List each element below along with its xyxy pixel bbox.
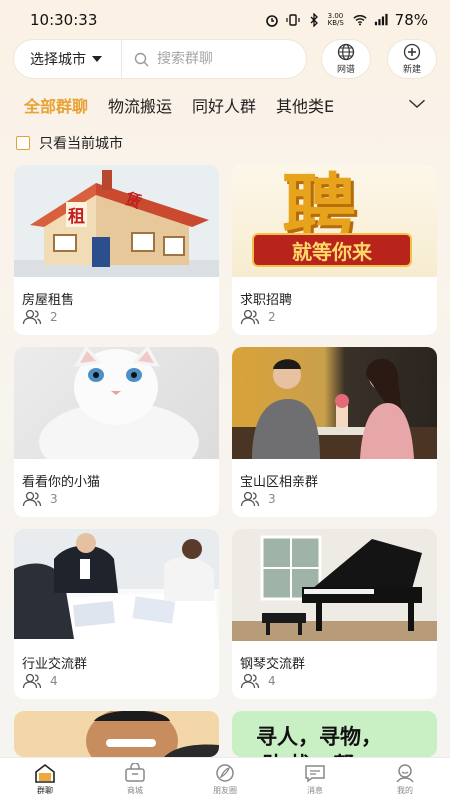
- status-bar: 10:30:33 3.00 KB/S 78%: [0, 0, 450, 40]
- member-count: 2: [50, 310, 58, 324]
- nav-item-me[interactable]: 我的: [375, 763, 435, 796]
- web-button[interactable]: 网谱: [322, 40, 370, 78]
- nav-item-groups[interactable]: 群聊: [15, 763, 75, 796]
- nav-item-moments[interactable]: 朋友圈: [195, 763, 255, 796]
- group-card[interactable]: 聘 就等你来 求职招聘 2: [232, 165, 437, 335]
- group-card[interactable]: 租 赁 房屋租售 2: [14, 165, 219, 335]
- nav-label: 消息: [307, 785, 323, 795]
- expand-tabs-icon[interactable]: [408, 95, 426, 113]
- group-card-image: [14, 347, 219, 459]
- lost-found-text: 助 找 帮: [262, 749, 354, 757]
- group-card-image: [232, 347, 437, 459]
- group-card-image: [14, 711, 219, 757]
- battery-level: 78%: [394, 11, 428, 29]
- group-card-title: 钢琴交流群: [240, 657, 306, 672]
- search-input[interactable]: [157, 51, 297, 67]
- members-icon: [240, 491, 260, 507]
- chevron-down-icon: [92, 56, 102, 62]
- group-card[interactable]: 钢琴交流群 4: [232, 529, 437, 699]
- current-city-filter[interactable]: 只看当前城市: [16, 133, 123, 153]
- status-icons: 3.00 KB/S 78%: [265, 11, 428, 29]
- city-selector[interactable]: 选择城市: [14, 40, 122, 78]
- top-bar: 选择城市 网谱 新建: [14, 40, 436, 78]
- member-count: 4: [268, 674, 276, 688]
- group-card-image: [232, 529, 437, 641]
- members-icon: [22, 309, 42, 325]
- member-count: 4: [50, 674, 58, 688]
- group-card-title: 宝山区相亲群: [240, 475, 319, 490]
- jobs-banner-text: 就等你来: [292, 239, 372, 264]
- members-icon: [22, 673, 42, 689]
- user-icon: [396, 763, 414, 782]
- nav-item-messages[interactable]: 消息: [285, 763, 345, 796]
- tab-logistics[interactable]: 物流搬运: [108, 93, 172, 117]
- rental-image-text: 租: [66, 202, 87, 227]
- tab-interests[interactable]: 同好人群: [192, 93, 256, 117]
- alarm-icon: [265, 15, 278, 27]
- network-speed: 3.00 KB/S: [327, 12, 344, 27]
- new-button[interactable]: 新建: [388, 40, 436, 78]
- jobs-banner: 就等你来: [252, 233, 412, 267]
- member-count: 3: [50, 492, 58, 506]
- group-card-members: 3: [22, 491, 58, 507]
- group-card-members: 4: [22, 673, 58, 689]
- nav-label: 朋友圈: [213, 785, 237, 795]
- search-box: 选择城市: [14, 40, 306, 78]
- search-field[interactable]: [122, 51, 306, 67]
- bottom-nav: 群聊 商城 朋友圈 消息 我的: [0, 757, 450, 800]
- tab-other[interactable]: 其他类E: [276, 93, 334, 117]
- group-card-members: 2: [240, 309, 276, 325]
- group-card-title: 求职招聘: [240, 293, 293, 308]
- new-button-label: 新建: [402, 65, 421, 75]
- group-card[interactable]: [14, 711, 219, 757]
- chat-icon: [305, 764, 325, 782]
- group-card[interactable]: 看看你的小猫 3: [14, 347, 219, 517]
- web-button-label: 网谱: [336, 65, 355, 75]
- group-card[interactable]: 行业交流群 4: [14, 529, 219, 699]
- current-city-checkbox[interactable]: [16, 136, 30, 150]
- lost-found-text: 寻人，寻物，: [256, 725, 382, 749]
- signal-icon: [374, 13, 388, 26]
- members-icon: [22, 491, 42, 507]
- group-card-members: 2: [22, 309, 58, 325]
- bag-icon: [125, 762, 145, 782]
- group-card-title: 看看你的小猫: [22, 475, 101, 490]
- feather-icon: [216, 763, 234, 782]
- category-tabs: 全部群聊 物流搬运 同好人群 其他类E: [0, 86, 450, 124]
- status-time: 10:30:33: [30, 11, 98, 29]
- members-icon: [240, 309, 260, 325]
- bluetooth-icon: [310, 13, 318, 27]
- vibrate-icon: [286, 14, 300, 26]
- globe-icon: [337, 43, 355, 61]
- search-icon: [134, 52, 149, 66]
- group-card[interactable]: 寻人，寻物， 助 找 帮: [232, 711, 437, 757]
- nav-label: 商城: [127, 785, 143, 795]
- city-selector-label: 选择城市: [30, 52, 86, 68]
- home-icon: [35, 763, 55, 783]
- current-city-filter-label: 只看当前城市: [39, 136, 123, 152]
- group-card-image: 寻人，寻物， 助 找 帮: [232, 711, 437, 757]
- nav-item-mall[interactable]: 商城: [105, 762, 165, 796]
- group-card-image: [14, 529, 219, 641]
- group-card-image: 租 赁: [14, 165, 219, 277]
- group-card-title: 房屋租售: [22, 293, 75, 308]
- group-card-title: 行业交流群: [22, 657, 88, 672]
- member-count: 2: [268, 310, 276, 324]
- members-icon: [240, 673, 260, 689]
- group-card-members: 3: [240, 491, 276, 507]
- wifi-icon: [353, 15, 367, 26]
- plus-circle-icon: [403, 43, 421, 61]
- member-count: 3: [268, 492, 276, 506]
- nav-label: 群聊: [37, 785, 53, 795]
- group-card[interactable]: 宝山区相亲群 3: [232, 347, 437, 517]
- group-card-image: 聘 就等你来: [232, 165, 437, 277]
- tab-all-groups[interactable]: 全部群聊: [24, 93, 88, 117]
- nav-label: 我的: [397, 785, 413, 795]
- group-card-members: 4: [240, 673, 276, 689]
